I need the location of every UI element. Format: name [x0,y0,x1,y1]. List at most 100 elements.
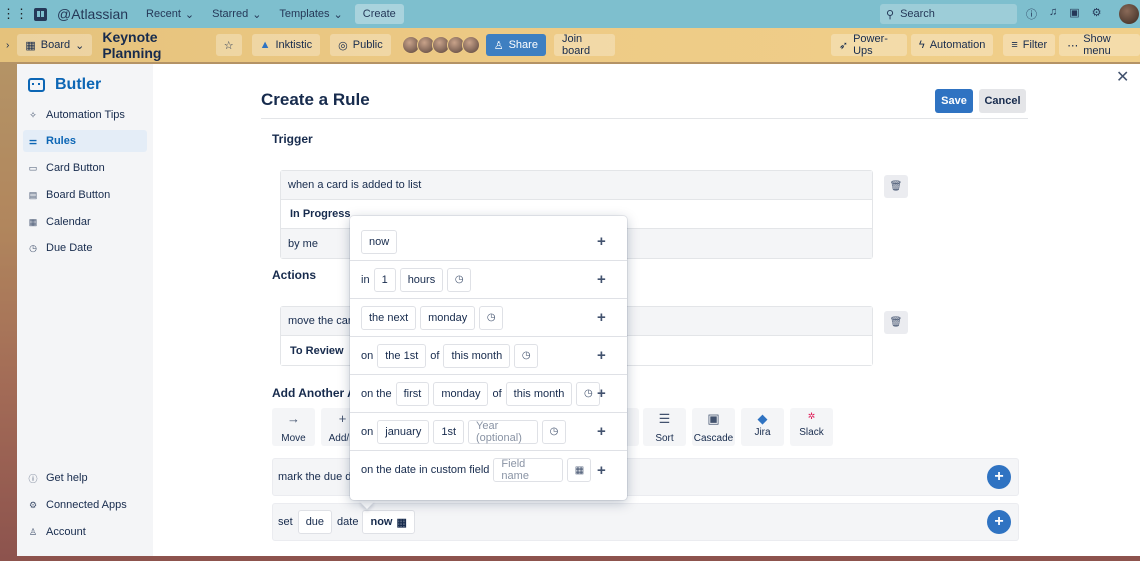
recent-label: Recent [146,8,181,20]
board-view-button[interactable]: ▦ Board ⌄ [17,34,93,56]
clock-icon[interactable]: ◷ [479,305,504,330]
sidebar-item-connected-apps[interactable]: ⚙ Connected Apps [23,494,147,516]
member-avatars[interactable] [401,36,480,54]
option-select[interactable]: this month [505,381,573,406]
search-input[interactable]: ⚲ Search [880,4,1017,24]
info-icon: ⓘ [28,473,38,484]
visibility-button[interactable]: ◎ Public [330,34,391,56]
add-option-plus-icon[interactable]: + [597,233,606,250]
delete-trigger-button[interactable]: 🗑 [884,175,908,198]
option-input[interactable]: Year (optional) [468,419,539,444]
close-icon[interactable]: ✕ [1116,67,1129,87]
save-button[interactable]: Save [935,89,973,113]
sidebar-item-label: Board Button [46,189,111,201]
sidebar-item-card-button[interactable]: ▭ Card Button [23,157,147,179]
sidebar-item-automation-tips[interactable]: ✧ Automation Tips [23,104,147,126]
clock-icon[interactable]: ◷ [542,419,567,444]
share-button[interactable]: ♙ Share [485,34,546,56]
add-option-plus-icon[interactable]: + [597,385,606,402]
sidebar-item-label: Connected Apps [46,499,127,511]
clock-icon[interactable]: ◷ [514,343,539,368]
sliders-icon: ⚌ [28,135,38,146]
butler-title: Butler [28,76,101,94]
action-tile-move[interactable]: → Move [272,408,315,446]
gear-icon[interactable]: ⚙ [1092,6,1102,22]
starred-menu[interactable]: Starred ⌄ [212,8,261,21]
workspace-button[interactable]: ▲ Inktistic [251,34,321,56]
option-select[interactable]: this month [443,343,511,368]
option-select[interactable]: the 1st [377,343,427,368]
action-tile-jira[interactable]: ◆ Jira [741,408,784,446]
clock-icon[interactable]: ◷ [447,267,472,292]
option-select[interactable]: 1 [373,267,396,292]
trigger-heading: Trigger [272,132,313,146]
templates-menu[interactable]: Templates ⌄ [279,8,342,21]
trello-logo-icon[interactable] [34,7,47,21]
date-option-row[interactable]: now + [350,223,627,261]
star-button[interactable]: ☆ [215,34,242,56]
due-field-select[interactable]: due [297,510,333,534]
sidebar-item-get-help[interactable]: ⓘ Get help [23,467,147,489]
expand-sidebar-icon[interactable]: › [6,40,9,51]
date-option-row[interactable]: on the date in custom field Field name ▦ + [350,451,627,489]
set-label: set [278,516,293,528]
sidebar-item-board-button[interactable]: ▤ Board Button [23,184,147,206]
board-title[interactable]: Keynote Planning [102,29,205,61]
filter-button[interactable]: ≡ Filter [1003,34,1056,56]
add-option-plus-icon[interactable]: + [597,271,606,288]
recent-menu[interactable]: Recent ⌄ [146,8,194,21]
option-select[interactable]: january [377,419,430,444]
add-option-plus-icon[interactable]: + [597,462,606,479]
option-select[interactable]: the next [361,305,417,330]
date-option-row[interactable]: the next monday ◷ + [350,299,627,337]
action-tile-cascade[interactable]: ▣ Cascade [692,408,735,446]
user-avatar[interactable] [1119,4,1139,24]
add-option-plus-icon[interactable]: + [597,309,606,326]
calendar-icon[interactable]: ▦ [567,458,592,482]
atlassian-icon[interactable]: ▣ [1069,6,1079,22]
date-option-row[interactable]: on the first monday of this month ◷ + [350,375,627,413]
automation-button[interactable]: ϟ Automation [910,34,994,56]
trash-icon: 🗑 [889,181,903,192]
date-value-select[interactable]: now ▦ [362,510,415,534]
date-option-row[interactable]: on the 1st of this month ◷ + [350,337,627,375]
delete-action-button[interactable]: 🗑 [884,311,908,334]
sidebar-item-due-date[interactable]: ◷ Due Date [23,237,147,259]
bell-icon[interactable]: ♫ [1049,6,1057,22]
action-tile-sort[interactable]: ☰ Sort [643,408,686,446]
info-icon[interactable]: ⓘ [1026,6,1037,22]
option-input[interactable]: Field name [493,458,564,482]
butler-robot-icon [28,78,45,92]
starred-label: Starred [212,8,249,20]
action-tile-slack[interactable]: ✲ Slack [790,408,833,446]
add-set-rule-button[interactable]: + [987,510,1011,534]
powerups-button[interactable]: ➶ Power-Ups [830,33,907,57]
card-icon: ▭ [28,162,38,173]
option-select[interactable]: first [395,381,430,406]
join-board-button[interactable]: Join board [553,33,615,57]
option-select[interactable]: 1st [433,419,465,444]
add-option-plus-icon[interactable]: + [597,347,606,364]
add-option-plus-icon[interactable]: + [597,423,606,440]
sidebar-item-rules[interactable]: ⚌ Rules [23,130,147,152]
cancel-button[interactable]: Cancel [979,89,1026,113]
add-due-rule-button[interactable]: + [987,465,1011,489]
avatar[interactable] [461,36,480,54]
option-select[interactable]: hours [399,267,444,292]
option-select[interactable]: monday [433,381,489,406]
sidebar-item-calendar[interactable]: ▦ Calendar [23,211,147,233]
board-header: › ▦ Board ⌄ Keynote Planning ☆ ▲ Inktistic … [0,28,1140,62]
set-due-rule-line[interactable]: set due date now ▦ [272,503,1019,541]
show-menu-button[interactable]: ⋯ Show menu [1059,33,1140,57]
option-select[interactable]: now [361,229,398,254]
workspace-brand[interactable]: @Atlassian [57,6,128,22]
date-option-row[interactable]: on january 1st Year (optional) ◷ + [350,413,627,451]
app-switcher-icon[interactable]: ⋮⋮ [2,6,28,22]
date-option-row[interactable]: in 1 hours ◷ + [350,261,627,299]
option-select[interactable]: monday [420,305,476,330]
chevron-down-icon: ⌄ [333,8,343,21]
create-button[interactable]: Create [354,4,404,24]
add-another-heading: Add Another Ac [272,386,363,400]
tile-label: Sort [655,433,674,444]
sidebar-item-account[interactable]: ♙ Account [23,521,147,543]
